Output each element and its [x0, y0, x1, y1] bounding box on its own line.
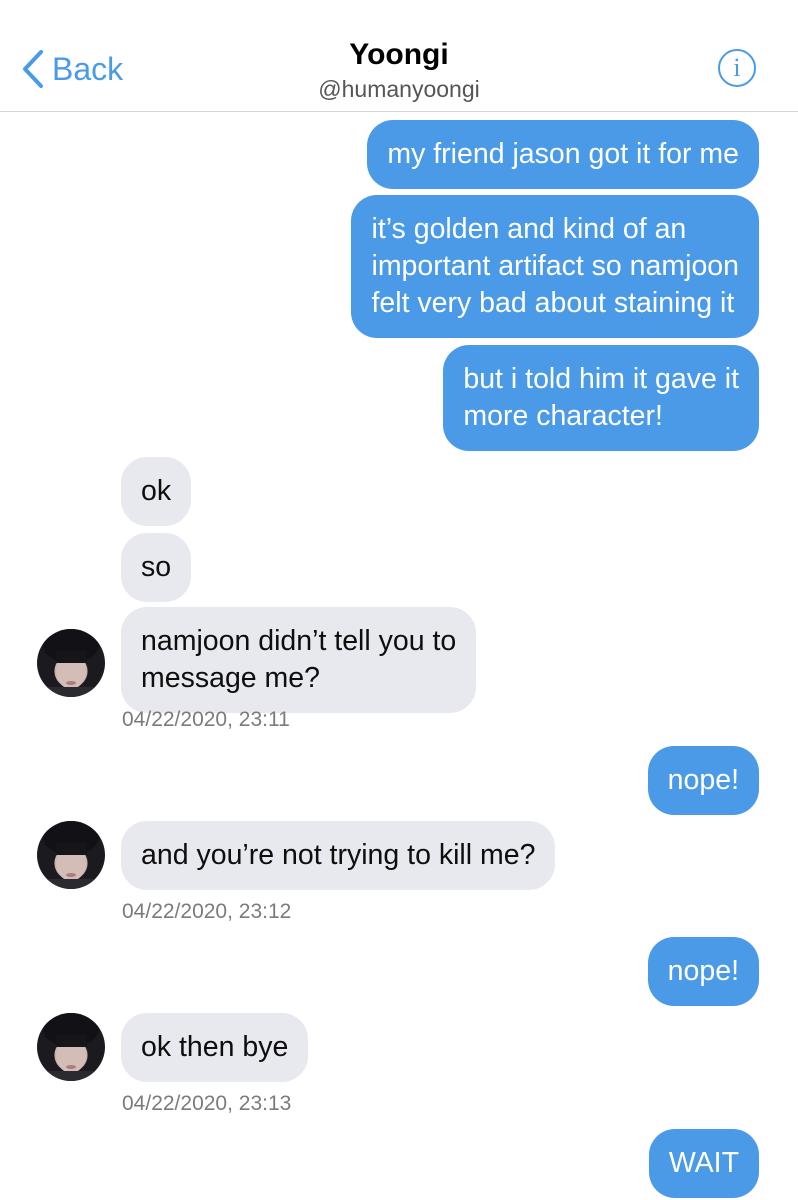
avatar-photo — [37, 1013, 105, 1081]
conversation-header: Back Yoongi @humanyoongi i — [0, 0, 798, 112]
message-text-line: important artifact so namjoon — [371, 250, 739, 282]
message-text-line: nope! — [667, 955, 739, 987]
message-bubble-incoming[interactable]: and you’re not trying to kill me? — [121, 821, 556, 890]
message-timestamp: 04/22/2020, 23:11 — [122, 708, 290, 731]
message-text-line: it’s golden and kind of an — [371, 213, 687, 245]
message-text-line: WAIT — [668, 1147, 739, 1179]
message-bubble-outgoing[interactable]: nope! — [647, 937, 759, 1006]
message-text-line: felt very bad about staining it — [371, 287, 735, 319]
message-bubble-outgoing[interactable]: but i told him it gave it more character… — [443, 345, 759, 451]
message-timestamp: 04/22/2020, 23:12 — [122, 900, 292, 923]
message-bubble-incoming[interactable]: so — [121, 533, 192, 602]
message-bubble-outgoing[interactable]: nope! — [647, 746, 759, 815]
contact-name: Yoongi — [349, 38, 449, 71]
message-text-line: ok then bye — [141, 1031, 289, 1063]
message-text-line: ok — [141, 475, 172, 507]
message-text-line: nope! — [667, 764, 739, 796]
message-text-line: so — [141, 551, 172, 583]
message-bubble-outgoing[interactable]: WAIT — [648, 1129, 759, 1198]
avatar-photo — [37, 821, 105, 889]
message-bubble-incoming[interactable]: ok — [121, 457, 192, 526]
info-icon[interactable]: i — [718, 49, 756, 87]
contact-avatar[interactable] — [37, 1013, 105, 1081]
contact-avatar[interactable] — [37, 629, 105, 697]
message-text-line: message me? — [141, 662, 321, 694]
message-timestamp: 04/22/2020, 23:13 — [122, 1092, 292, 1115]
message-text-line: my friend jason got it for me — [387, 138, 739, 170]
contact-avatar[interactable] — [37, 821, 105, 889]
message-bubble-outgoing[interactable]: it’s golden and kind of an important art… — [351, 195, 759, 338]
avatar-photo — [37, 629, 105, 697]
contact-handle: @humanyoongi — [318, 76, 480, 102]
message-bubble-incoming[interactable]: namjoon didn’t tell you to message me? — [121, 607, 477, 713]
message-text-line: and you’re not trying to kill me? — [141, 839, 536, 871]
message-text-line: namjoon didn’t tell you to — [141, 625, 457, 657]
message-text-line: more character! — [463, 400, 663, 432]
message-bubble-incoming[interactable]: ok then bye — [121, 1013, 309, 1082]
message-text-line: but i told him it gave it — [463, 363, 739, 395]
message-bubble-outgoing[interactable]: my friend jason got it for me — [367, 120, 759, 189]
